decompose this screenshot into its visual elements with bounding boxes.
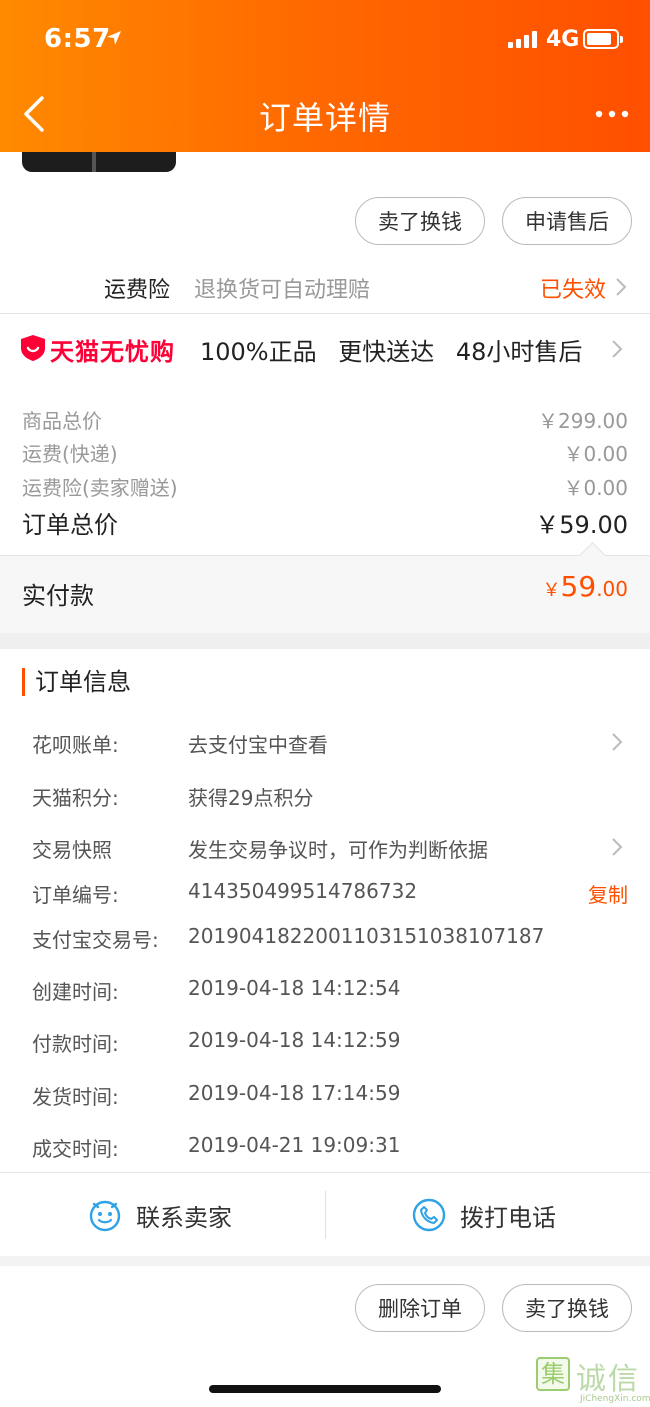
info-row-huabei[interactable]: 花呗账单: 去支付宝中查看: [0, 729, 650, 769]
watermark-logo-icon: 集: [536, 1357, 570, 1391]
tmall-shield-icon: [21, 335, 45, 361]
page-title: 订单详情: [258, 99, 391, 137]
price-row-goods: 商品总价 ￥299.00: [0, 405, 650, 439]
currency-symbol: ￥: [542, 580, 561, 601]
info-value: 去支付宝中查看: [188, 733, 328, 757]
shipping-insurance-row[interactable]: 运费险 退换货可自动理赔 已失效: [0, 262, 650, 312]
price-label: 运费险(卖家赠送): [22, 476, 178, 500]
section-gap: [0, 633, 650, 649]
contact-seller-label: 联系卖家: [136, 1203, 232, 1232]
chat-smile-icon: [89, 1200, 121, 1232]
info-value: 发生交易争议时，可作为判断依据: [188, 838, 488, 862]
status-time: 6:57: [44, 24, 111, 54]
info-key: 交易快照: [32, 838, 112, 862]
info-key: 天猫积分:: [32, 786, 119, 810]
order-total-label: 订单总价: [22, 511, 118, 539]
info-row-paid: 付款时间: 2019-04-18 14:12:59: [0, 1028, 650, 1068]
chevron-right-icon: [612, 838, 623, 856]
insurance-status: 已失效: [540, 278, 607, 303]
info-key: 发货时间:: [32, 1085, 119, 1109]
phone-icon: [412, 1198, 446, 1232]
info-row-order-number: 订单编号: 414350499514786732 复制: [0, 879, 650, 919]
sell-button[interactable]: 卖了换钱: [355, 197, 485, 245]
info-key: 支付宝交易号:: [32, 928, 159, 952]
insurance-description: 退换货可自动理赔: [194, 278, 371, 303]
info-row-shipped: 发货时间: 2019-04-18 17:14:59: [0, 1081, 650, 1121]
after-sale-button[interactable]: 申请售后: [502, 197, 632, 245]
actual-paid-value: ￥59.00: [543, 570, 628, 603]
section-gap: [0, 1256, 650, 1266]
status-bar: 6:57 4G: [0, 0, 650, 78]
contact-seller-button[interactable]: 联系卖家: [88, 1173, 232, 1257]
info-value: 2019-04-18 17:14:59: [188, 1081, 401, 1105]
info-key: 付款时间:: [32, 1032, 119, 1056]
price-row-insurance: 运费险(卖家赠送) ￥0.00: [0, 472, 650, 506]
delete-order-button[interactable]: 删除订单: [355, 1284, 485, 1332]
info-value: 2019-04-18 14:12:59: [188, 1028, 401, 1052]
info-row-completed: 成交时间: 2019-04-21 19:09:31: [0, 1133, 650, 1173]
price-label: 运费(快递): [22, 442, 118, 466]
tmall-guarantee-tags: 100%正品 更快送达 48小时售后: [200, 338, 583, 366]
info-row-snapshot[interactable]: 交易快照 发生交易争议时，可作为判断依据: [0, 834, 650, 874]
info-row-alipay-no: 支付宝交易号: 2019041822001103151038107187: [0, 924, 650, 964]
order-info-title: 订单信息: [22, 668, 131, 696]
info-key: 订单编号:: [32, 883, 119, 907]
info-value: 2019-04-18 14:12:54: [188, 976, 401, 1000]
insurance-label: 运费险: [104, 278, 171, 303]
paid-integer: 59: [560, 570, 597, 603]
info-value: 2019041822001103151038107187: [188, 924, 545, 948]
price-row-order-total: 订单总价 ￥59.00: [0, 505, 650, 539]
chevron-right-icon: [612, 340, 623, 358]
actual-paid-row: 实付款 ￥59.00: [0, 555, 650, 633]
watermark-url: JiChengXin.com: [580, 1394, 650, 1404]
copy-button[interactable]: 复制: [588, 879, 628, 908]
battery-icon: [583, 29, 623, 49]
product-thumbnail[interactable]: [22, 152, 176, 172]
info-value: 414350499514786732: [188, 879, 418, 903]
chevron-right-icon: [616, 278, 627, 296]
price-label: 商品总价: [22, 409, 102, 433]
tmall-guarantee-row[interactable]: 天猫无忧购 100%正品 更快送达 48小时售后: [0, 314, 650, 386]
price-value: ￥0.00: [563, 442, 628, 466]
actual-paid-label: 实付款: [22, 582, 94, 610]
network-label: 4G: [546, 27, 580, 52]
info-value: 2019-04-21 19:09:31: [188, 1133, 401, 1157]
info-key: 花呗账单:: [32, 733, 119, 757]
paid-decimal: .00: [596, 577, 628, 601]
order-total-value: ￥59.00: [535, 511, 628, 539]
info-key: 成交时间:: [32, 1137, 119, 1161]
call-phone-label: 拨打电话: [460, 1203, 556, 1232]
info-key: 创建时间:: [32, 980, 119, 1004]
header: 6:57 4G 订单详情: [0, 0, 650, 152]
sell-button-bottom[interactable]: 卖了换钱: [502, 1284, 632, 1332]
price-row-shipping: 运费(快递) ￥0.00: [0, 438, 650, 472]
more-icon[interactable]: [594, 108, 630, 120]
call-phone-button[interactable]: 拨打电话: [412, 1173, 556, 1257]
divider: [325, 1191, 326, 1239]
price-value: ￥299.00: [538, 409, 628, 433]
location-arrow-icon: [107, 31, 121, 45]
home-indicator[interactable]: [209, 1385, 441, 1393]
info-value: 获得29点积分: [188, 786, 314, 810]
price-value: ￥0.00: [563, 476, 628, 500]
signal-icon: [508, 30, 537, 48]
info-row-created: 创建时间: 2019-04-18 14:12:54: [0, 976, 650, 1016]
chevron-right-icon: [612, 733, 623, 751]
tmall-brand: 天猫无忧购: [50, 338, 175, 366]
contact-bar: 联系卖家 拨打电话: [0, 1172, 650, 1256]
watermark-text: 诚信: [576, 1362, 640, 1397]
info-row-points: 天猫积分: 获得29点积分: [0, 782, 650, 822]
